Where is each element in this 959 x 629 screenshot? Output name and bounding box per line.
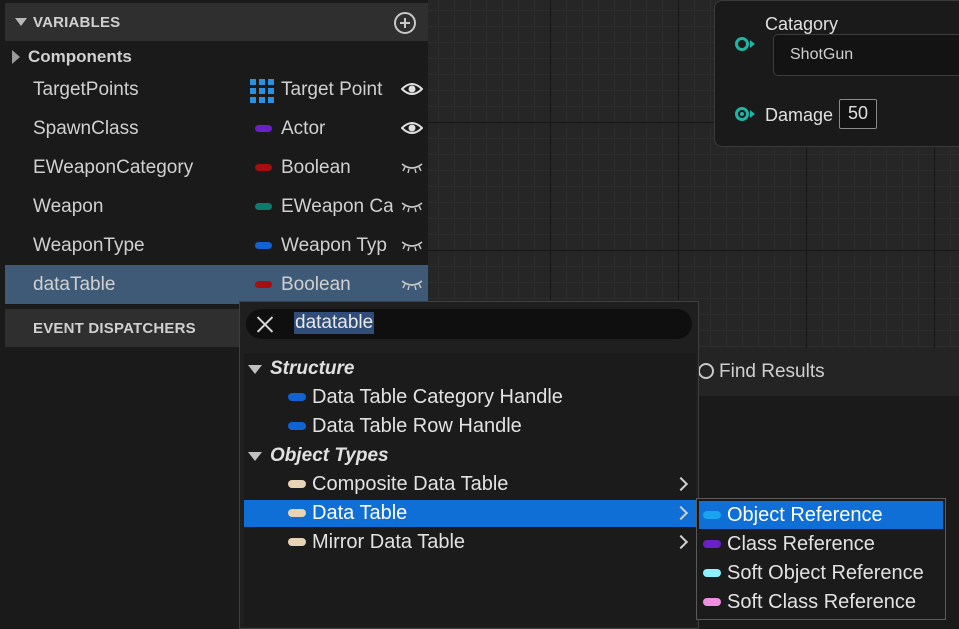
- type-pill-icon: [255, 203, 272, 210]
- type-item-data-table-category-handle[interactable]: Data Table Category Handle: [244, 384, 696, 411]
- group-label: Structure: [270, 358, 355, 379]
- variable-row-spawnclass[interactable]: SpawnClass Actor: [5, 109, 428, 148]
- submenu-object-reference[interactable]: Object Reference: [699, 501, 943, 529]
- submenu-label: Soft Class Reference: [727, 591, 916, 613]
- variable-name: TargetPoints: [33, 79, 139, 100]
- collapse-arrow-icon: [15, 18, 27, 26]
- variable-type: EWeapon Ca: [281, 196, 393, 217]
- damage-value: 50: [847, 103, 869, 123]
- soft-object-reference-pill-icon: [703, 569, 721, 577]
- variables-header[interactable]: VARIABLES: [5, 3, 428, 41]
- pin-arrow-icon: [750, 40, 755, 48]
- find-results-tab[interactable]: Find Results: [698, 348, 959, 396]
- damage-label: Damage: [765, 105, 834, 125]
- group-label: Object Types: [270, 445, 389, 466]
- object-pill-icon: [288, 480, 306, 488]
- type-item-data-table-row-handle[interactable]: Data Table Row Handle: [244, 413, 696, 440]
- variable-name: SpawnClass: [33, 118, 139, 139]
- variable-name: WeaponType: [33, 235, 145, 256]
- event-dispatchers-label: EVENT DISPATCHERS: [33, 319, 196, 337]
- reference-type-submenu: Object Reference Class Reference Soft Ob…: [696, 498, 946, 620]
- variable-type: Boolean: [281, 157, 351, 178]
- variable-row-weapontype[interactable]: WeaponType Weapon Typ: [5, 226, 428, 265]
- catagory-input-pin[interactable]: [735, 37, 749, 51]
- catagory-label: Catagory: [765, 14, 839, 34]
- eye-open-icon[interactable]: [401, 120, 423, 136]
- eye-open-icon[interactable]: [401, 81, 423, 97]
- type-item-mirror-data-table[interactable]: Mirror Data Table: [244, 529, 696, 556]
- struct-pill-icon: [288, 422, 306, 430]
- variable-name: dataTable: [33, 274, 116, 295]
- submenu-class-reference[interactable]: Class Reference: [699, 530, 943, 558]
- submenu-soft-object-reference[interactable]: Soft Object Reference: [699, 559, 943, 587]
- collapse-arrow-icon: [248, 451, 262, 461]
- type-item-label: Mirror Data Table: [312, 531, 466, 553]
- submenu-soft-class-reference[interactable]: Soft Class Reference: [699, 588, 943, 616]
- type-item-composite-data-table[interactable]: Composite Data Table: [244, 471, 696, 498]
- struct-pill-icon: [288, 393, 306, 401]
- expand-arrow-icon: [12, 50, 20, 64]
- eye-closed-icon[interactable]: [401, 159, 423, 175]
- find-results-label: Find Results: [719, 361, 825, 382]
- eye-closed-icon[interactable]: [401, 198, 423, 214]
- group-object-types[interactable]: Object Types: [248, 445, 389, 467]
- variable-row-eweaponcategory[interactable]: EWeaponCategory Boolean: [5, 148, 428, 187]
- type-item-label: Data Table: [312, 502, 408, 524]
- array-grid-icon: [250, 79, 276, 103]
- variable-type-button[interactable]: Boolean: [281, 274, 393, 296]
- object-pill-icon: [288, 509, 306, 517]
- plus-circle-icon[interactable]: [394, 12, 416, 34]
- type-list: Structure Data Table Category Handle Dat…: [244, 353, 696, 627]
- soft-class-reference-pill-icon: [703, 598, 721, 606]
- damage-input[interactable]: 50: [839, 99, 877, 129]
- type-pill-icon: [255, 281, 272, 288]
- pin-arrow-icon: [750, 110, 755, 118]
- type-search-input[interactable]: datatable: [246, 309, 692, 339]
- submenu-label: Soft Object Reference: [727, 562, 924, 584]
- eye-closed-icon[interactable]: [401, 237, 423, 253]
- damage-input-pin[interactable]: [735, 107, 749, 121]
- submenu-label: Class Reference: [727, 533, 875, 555]
- type-pill-icon: [255, 242, 272, 249]
- chevron-right-icon: [673, 505, 689, 521]
- collapse-arrow-icon: [248, 364, 262, 374]
- components-label: Components: [28, 47, 132, 66]
- type-item-label: Data Table Row Handle: [312, 415, 522, 437]
- variable-name: EWeaponCategory: [33, 157, 194, 178]
- type-picker-popup: datatable Structure Data Table Category …: [239, 301, 699, 629]
- type-pill-icon: [255, 125, 272, 132]
- chevron-right-icon: [673, 476, 689, 492]
- variable-type: Actor: [281, 118, 326, 139]
- variable-row-weapon[interactable]: Weapon EWeapon Ca: [5, 187, 428, 226]
- catagory-value: ShotGun: [790, 46, 854, 63]
- variable-type: Target Point: [281, 79, 383, 100]
- type-pill-icon: [255, 164, 272, 171]
- variables-header-label: VARIABLES: [33, 13, 121, 31]
- close-icon[interactable]: [256, 315, 274, 333]
- type-item-label: Composite Data Table: [312, 473, 509, 495]
- submenu-label: Object Reference: [727, 504, 883, 526]
- type-item-data-table[interactable]: Data Table: [244, 500, 696, 527]
- object-pill-icon: [288, 538, 306, 546]
- blueprint-node[interactable]: Catagory ShotGun Damage 50: [714, 0, 959, 147]
- variable-type: Weapon Typ: [281, 235, 387, 256]
- group-structure[interactable]: Structure: [248, 358, 354, 380]
- search-icon: [698, 363, 714, 379]
- catagory-dropdown[interactable]: ShotGun: [773, 34, 959, 76]
- chevron-right-icon: [673, 534, 689, 550]
- eye-closed-icon[interactable]: [401, 276, 423, 292]
- type-item-label: Data Table Category Handle: [312, 386, 563, 408]
- components-category[interactable]: Components: [5, 42, 428, 72]
- class-reference-pill-icon: [703, 540, 721, 548]
- search-text[interactable]: datatable: [294, 312, 375, 334]
- object-reference-pill-icon: [703, 511, 721, 519]
- variable-row-datatable[interactable]: dataTable Boolean: [5, 265, 428, 304]
- variable-row-targetpoints[interactable]: TargetPoints Target Point: [5, 70, 428, 109]
- variable-name: Weapon: [33, 196, 104, 217]
